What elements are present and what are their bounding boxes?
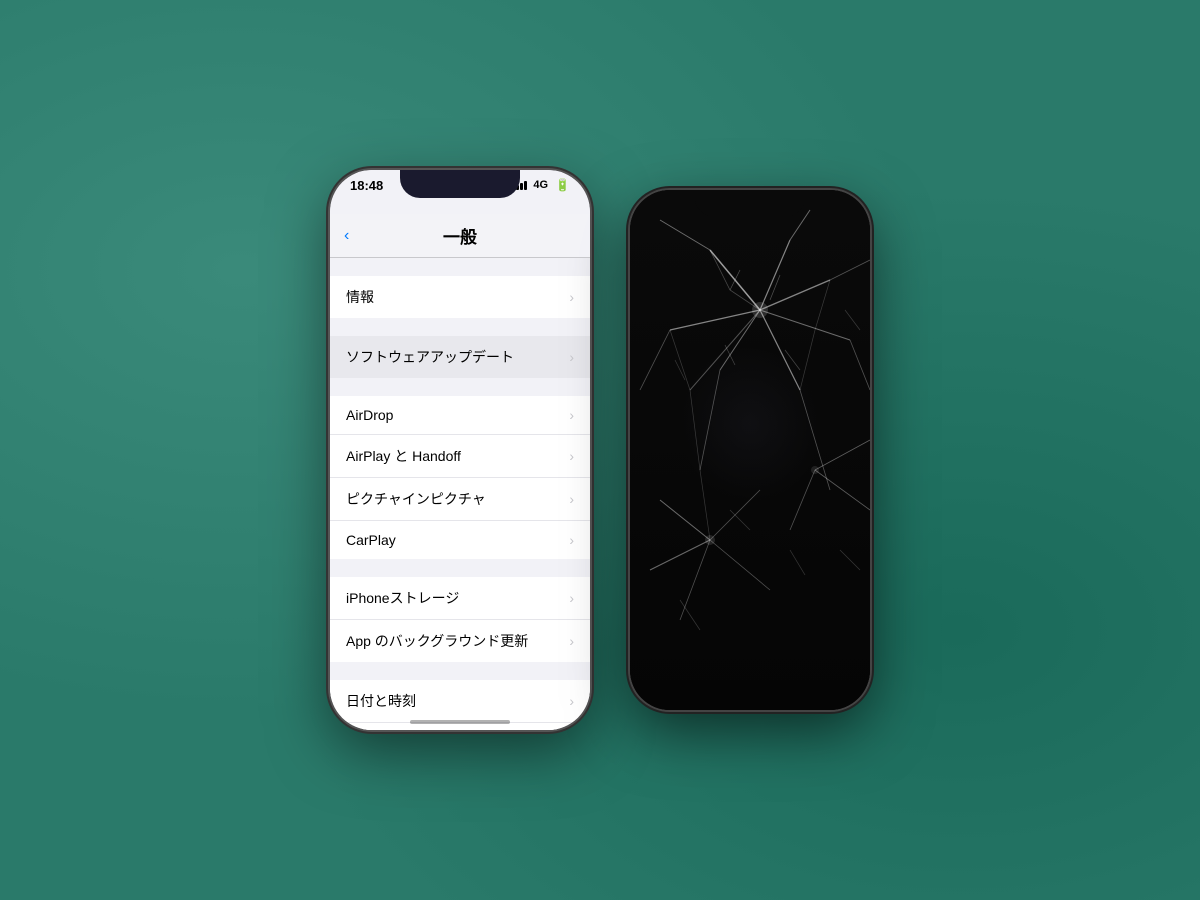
info-section: 情報 › (330, 276, 590, 318)
date-time-item[interactable]: 日付と時刻 › (330, 680, 590, 723)
airdrop-label: AirDrop (346, 407, 393, 423)
datetime-chevron-icon: › (569, 693, 574, 709)
frag-2 (770, 275, 780, 300)
frag-4 (725, 345, 735, 365)
nav-back-button[interactable]: ‹ (344, 227, 351, 245)
crack-l4 (710, 540, 770, 590)
crack-l1 (660, 500, 710, 540)
gap-5 (330, 662, 590, 680)
crack-8 (690, 310, 760, 390)
battery-icon: 🔋 (555, 178, 570, 192)
crack-7 (670, 310, 760, 330)
bar4 (524, 181, 527, 190)
info-chevron-icon: › (569, 289, 574, 305)
crack-ext-1 (660, 220, 710, 250)
frag-1 (730, 270, 740, 290)
home-indicator (410, 720, 510, 724)
software-update-label: ソフトウェアアップデート (346, 347, 514, 367)
storage-section: iPhoneストレージ › App のバックグラウンド更新 › (330, 577, 590, 662)
carplay-item[interactable]: CarPlay › (330, 521, 590, 559)
software-section: ソフトウェアアップデート › (330, 336, 590, 378)
pip-item[interactable]: ピクチャインピクチャ › (330, 478, 590, 521)
frag-3 (785, 350, 800, 370)
crack-r1 (815, 440, 870, 470)
notch (400, 170, 520, 198)
info-item[interactable]: 情報 › (330, 276, 590, 318)
iphone-storage-item[interactable]: iPhoneストレージ › (330, 577, 590, 620)
broken-notch (695, 190, 805, 216)
airplay-item[interactable]: AirPlay と Handoff › (330, 435, 590, 478)
crack-6 (720, 310, 760, 370)
keyboard-item[interactable]: キーボード › (330, 723, 590, 730)
settings-content: 情報 › ソフトウェアアップデート › AirDrop (330, 258, 590, 730)
pip-chevron-icon: › (569, 491, 574, 507)
frag-9 (680, 600, 700, 630)
carplay-label: CarPlay (346, 532, 396, 548)
airplay-label: AirPlay と Handoff (346, 446, 461, 466)
connectivity-section: AirDrop › AirPlay と Handoff › ピクチャインピクチャ… (330, 396, 590, 559)
gap-4 (330, 559, 590, 577)
crack-ext-7 (640, 330, 670, 390)
nav-bar: ‹ 一般 (330, 214, 590, 258)
airdrop-item[interactable]: AirDrop › (330, 396, 590, 435)
date-time-label: 日付と時刻 (346, 691, 416, 711)
frag-5 (845, 310, 860, 330)
storage-chevron-icon: › (569, 590, 574, 606)
phone-container: 18:48 4G 🔋 ‹ (330, 170, 870, 730)
frag-7 (730, 510, 750, 530)
crack-ext-5 (800, 390, 830, 490)
gap-2 (330, 318, 590, 336)
crack-r2 (815, 470, 870, 510)
info-label: 情報 (346, 287, 374, 307)
working-screen: 18:48 4G 🔋 ‹ (330, 170, 590, 730)
gap-1 (330, 258, 590, 276)
software-update-item[interactable]: ソフトウェアアップデート › (330, 336, 590, 378)
status-icons: 4G 🔋 (512, 178, 570, 192)
carplay-chevron-icon: › (569, 532, 574, 548)
crack-l3 (680, 540, 710, 620)
software-chevron-icon: › (569, 349, 574, 365)
crack-r3 (790, 470, 815, 530)
crack-ext-3 (830, 260, 870, 280)
web-2 (800, 280, 830, 390)
airplay-chevron-icon: › (569, 448, 574, 464)
broken-iphone (630, 190, 870, 710)
crack-l2 (650, 540, 710, 570)
broken-screen (630, 190, 870, 710)
frag-10 (840, 550, 860, 570)
crack-overlay (630, 190, 870, 710)
airdrop-chevron-icon: › (569, 407, 574, 423)
crack-ext-6 (700, 370, 720, 470)
crack-5 (760, 310, 800, 390)
crack-ext-4 (850, 340, 870, 390)
pip-label: ピクチャインピクチャ (346, 489, 486, 509)
background-refresh-item[interactable]: App のバックグラウンド更新 › (330, 620, 590, 662)
nav-title: 一般 (443, 223, 477, 248)
chevron-back-icon: ‹ (344, 227, 349, 245)
gap-3 (330, 378, 590, 396)
network-type: 4G (533, 179, 548, 191)
crack-4 (760, 310, 850, 340)
frag-8 (790, 550, 805, 575)
status-time: 18:48 (350, 178, 383, 193)
bar3 (520, 183, 523, 190)
iphone-storage-label: iPhoneストレージ (346, 588, 459, 608)
background-refresh-label: App のバックグラウンド更新 (346, 631, 528, 651)
refresh-chevron-icon: › (569, 633, 574, 649)
working-iphone: 18:48 4G 🔋 ‹ (330, 170, 590, 730)
